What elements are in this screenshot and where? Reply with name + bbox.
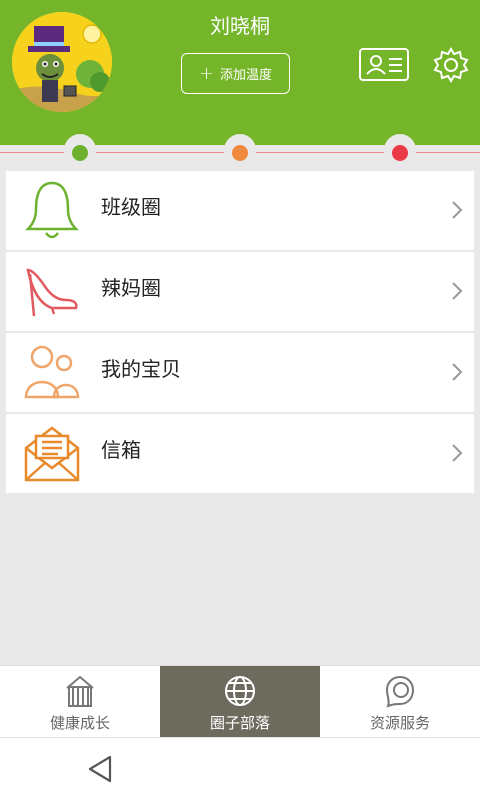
profile-header: 刘晓桐 + 添加温度 — [0, 0, 480, 145]
menu-item-label: 班级圈 — [101, 195, 161, 219]
menu-item-label: 信箱 — [101, 438, 141, 462]
plus-icon: + — [198, 62, 215, 84]
menu-item-hot-mom-circle[interactable]: 辣妈圈 — [6, 252, 474, 331]
gear-icon[interactable] — [433, 47, 469, 83]
menu-item-label: 辣妈圈 — [101, 276, 161, 300]
menu-item-label: 我的宝贝 — [101, 357, 181, 381]
add-temperature-label: 添加温度 — [220, 68, 273, 83]
chevron-right-icon — [452, 282, 463, 300]
tab-label: 资源服务 — [369, 714, 430, 732]
menu-item-mailbox[interactable]: 信箱 — [6, 414, 474, 493]
tab-label: 圈子部落 — [209, 714, 270, 732]
house-icon — [66, 675, 94, 707]
menu-item-my-baby[interactable]: 我的宝贝 — [6, 333, 474, 412]
tab-resource-service[interactable]: 资源服务 — [320, 666, 480, 738]
track-dot-red — [392, 145, 408, 161]
bell-icon — [24, 181, 80, 239]
tab-health-growth[interactable]: 健康成长 — [0, 666, 160, 738]
track-dot-green — [72, 145, 88, 161]
globe-icon — [225, 676, 255, 706]
progress-track — [0, 134, 480, 167]
back-triangle-icon[interactable] — [86, 754, 114, 784]
high-heel-icon — [26, 268, 78, 317]
add-temperature-button[interactable]: + 添加温度 — [181, 53, 290, 94]
system-nav-bar — [0, 737, 480, 800]
chevron-right-icon — [452, 363, 463, 381]
username: 刘晓桐 — [210, 14, 270, 38]
people-icon — [24, 345, 80, 399]
chevron-right-icon — [452, 444, 463, 462]
tab-circle-tribe[interactable]: 圈子部落 — [160, 666, 320, 738]
id-card-icon[interactable] — [359, 48, 409, 81]
tab-label: 健康成长 — [49, 714, 110, 732]
menu-item-class-circle[interactable]: 班级圈 — [6, 171, 474, 250]
mail-icon — [24, 426, 80, 482]
circle-menu: 班级圈 辣妈圈 我的宝贝 信箱 — [6, 171, 474, 495]
chat-bubble-icon — [385, 675, 415, 708]
chevron-right-icon — [452, 201, 463, 219]
bottom-tab-bar: 健康成长 圈子部落 资源服务 — [0, 665, 480, 738]
track-dot-orange — [232, 145, 248, 161]
